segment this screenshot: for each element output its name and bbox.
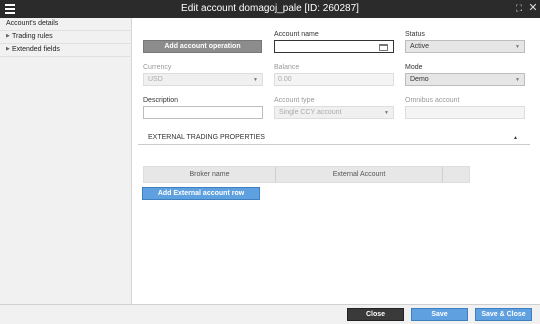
collapse-icon[interactable]: ▲ — [513, 135, 518, 141]
sidebar: Account's details ▶ Trading rules ▶ Exte… — [0, 18, 132, 304]
sidebar-item-trading-rules[interactable]: ▶ Trading rules — [0, 31, 132, 44]
save-button[interactable]: Save — [411, 308, 468, 321]
chevron-right-icon: ▶ — [6, 46, 10, 52]
chevron-down-icon: ▼ — [253, 77, 258, 83]
mode-label: Mode — [405, 64, 423, 71]
sidebar-item-label: Account's details — [6, 20, 59, 27]
description-field[interactable] — [143, 106, 263, 119]
balance-label: Balance — [274, 64, 300, 71]
omnibus-account-label: Omnibus account — [405, 97, 460, 104]
column-header-broker-name: Broker name — [144, 167, 276, 182]
account-type-label: Account type — [274, 97, 315, 104]
close-button[interactable]: Close — [347, 308, 404, 321]
sidebar-item-label: Trading rules — [12, 33, 53, 40]
account-type-select: Single CCY account ▼ — [274, 106, 394, 119]
mode-select[interactable]: Demo ▼ — [405, 73, 525, 86]
sidebar-item-accounts-details[interactable]: Account's details — [0, 18, 132, 31]
chevron-right-icon: ▶ — [6, 33, 10, 39]
chevron-down-icon: ▼ — [515, 77, 520, 83]
window-title: Edit account domagoj_pale [ID: 260287] — [181, 3, 359, 14]
currency-label: Currency — [143, 64, 172, 71]
omnibus-account-field — [405, 106, 525, 119]
close-icon[interactable]: ✕ — [528, 3, 538, 14]
window-titlebar: Edit account domagoj_pale [ID: 260287] ⛶… — [0, 0, 540, 18]
sidebar-item-label: Extended fields — [12, 46, 60, 53]
save-and-close-button[interactable]: Save & Close — [475, 308, 532, 321]
dialog-footer: Close Save Save & Close — [0, 304, 540, 324]
account-name-field[interactable] — [274, 40, 394, 53]
column-header-external-account: External Account — [276, 167, 443, 182]
external-table-header: Broker name External Account — [143, 166, 470, 183]
balance-field: 0.00 — [274, 73, 394, 86]
chevron-down-icon: ▼ — [515, 44, 520, 50]
status-label: Status — [405, 31, 425, 38]
account-name-label: Account name — [274, 31, 319, 38]
currency-select: USD ▼ — [143, 73, 263, 86]
main-panel — [132, 18, 540, 304]
keyboard-icon[interactable] — [379, 44, 388, 51]
add-external-account-row-button[interactable]: Add External account row — [142, 187, 260, 200]
external-trading-properties-header[interactable]: EXTERNAL TRADING PROPERTIES ▲ — [138, 133, 530, 145]
description-label: Description — [143, 97, 179, 104]
status-select[interactable]: Active ▼ — [405, 40, 525, 53]
chevron-down-icon: ▼ — [384, 110, 389, 116]
column-header-actions — [443, 167, 469, 182]
maximize-icon[interactable]: ⛶ — [514, 3, 524, 14]
sidebar-item-extended-fields[interactable]: ▶ Extended fields — [0, 44, 132, 57]
add-account-operation-button[interactable]: Add account operation — [143, 40, 262, 53]
section-title: EXTERNAL TRADING PROPERTIES — [148, 134, 265, 141]
